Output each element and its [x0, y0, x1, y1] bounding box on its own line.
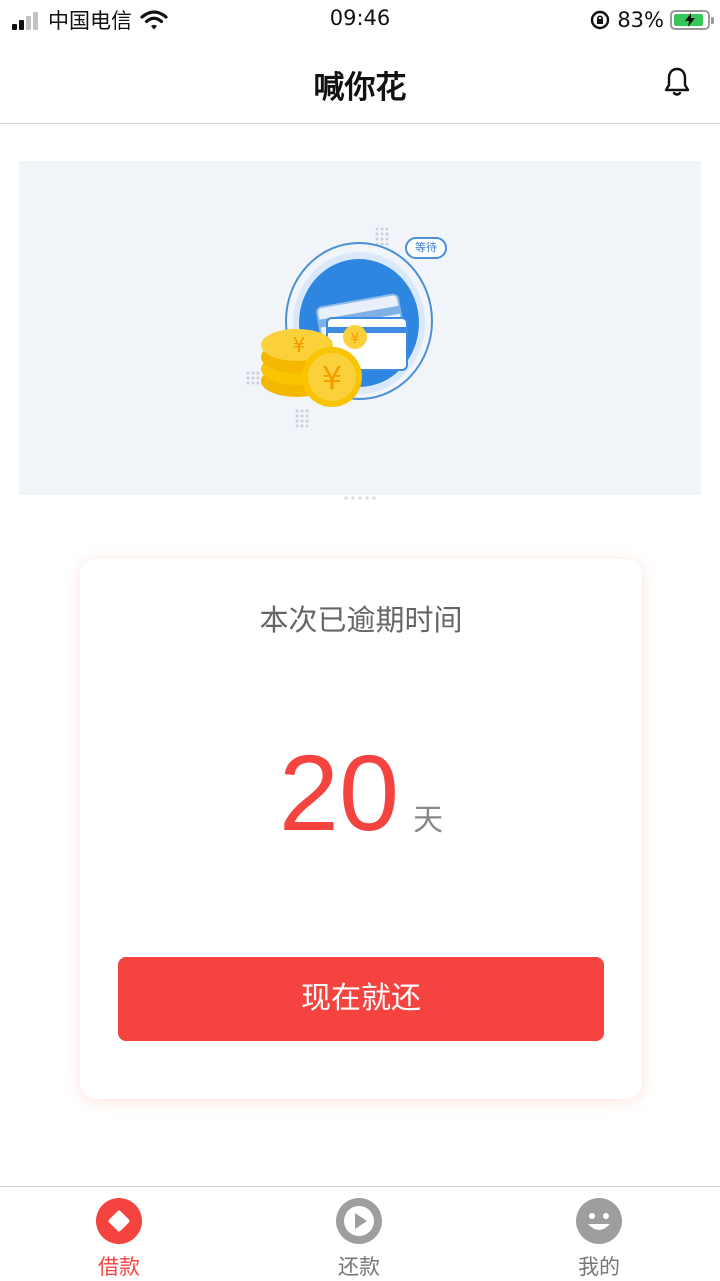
tab-label: 我的 [578, 1255, 620, 1279]
tab-label: 借款 [98, 1255, 140, 1279]
status-bar: 中国电信 09:46 83% [0, 0, 720, 40]
tab-repay[interactable]: 还款 [299, 1197, 419, 1281]
tab-borrow[interactable]: 借款 [59, 1197, 179, 1281]
carousel-dots [344, 496, 376, 500]
battery-icon [670, 10, 714, 30]
overdue-days-unit: 天 [413, 803, 444, 838]
svg-text:¥: ¥ [293, 333, 306, 357]
diamond-icon [96, 1198, 142, 1244]
banner-illustration: ¥ ¥ ¥ [246, 227, 447, 428]
tab-mine[interactable]: 我的 [539, 1197, 659, 1281]
promo-banner: ¥ ¥ ¥ 等待 [19, 161, 701, 495]
repay-now-button[interactable]: 现在就还 [118, 957, 604, 1041]
page-title: 喊你花 [313, 70, 407, 106]
smile-icon [576, 1198, 622, 1244]
svg-text:¥: ¥ [322, 359, 342, 397]
svg-text:¥: ¥ [351, 331, 360, 347]
orientation-lock-icon [591, 10, 610, 30]
bell-icon[interactable] [662, 66, 692, 98]
bottom-tab-bar: 借款 还款 我的 [0, 1186, 720, 1281]
overdue-days-value: 20 [278, 732, 400, 853]
battery-percent: 83% [617, 8, 664, 32]
play-icon [336, 1198, 382, 1244]
status-badge: 等待 [415, 241, 437, 254]
overdue-label: 本次已逾期时间 [259, 603, 463, 637]
tab-label: 还款 [338, 1255, 380, 1279]
overdue-card: 本次已逾期时间 20 天 现在就还 [80, 559, 642, 1099]
app-header: 喊你花 [0, 40, 720, 124]
overdue-days: 20 天 [80, 739, 642, 847]
